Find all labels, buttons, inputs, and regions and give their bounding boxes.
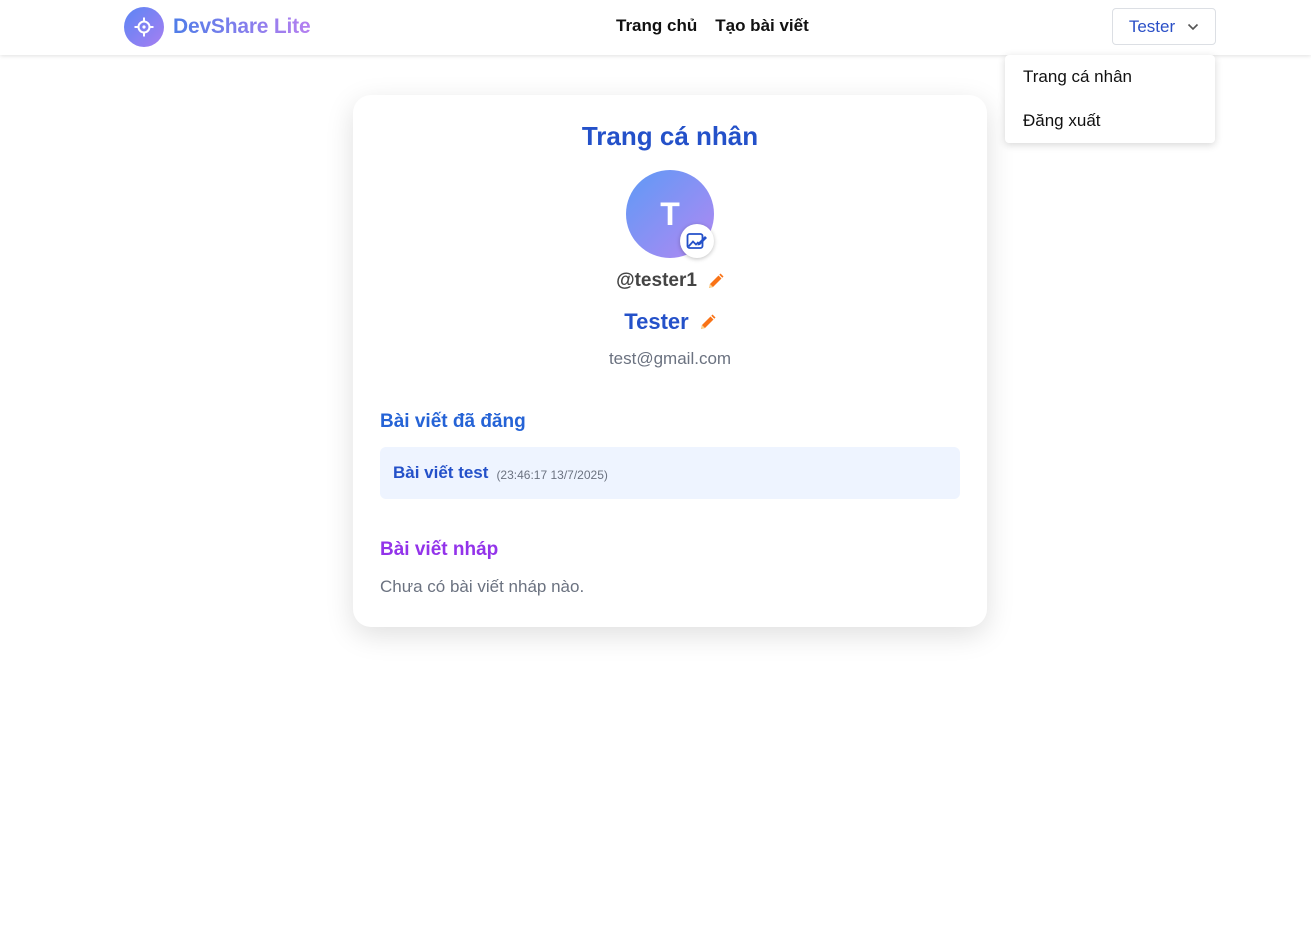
user-dropdown-menu: Trang cá nhân Đăng xuất bbox=[1005, 55, 1215, 143]
change-avatar-button[interactable] bbox=[680, 224, 714, 258]
published-post-item[interactable]: Bài viết test (23:46:17 13/7/2025) bbox=[380, 447, 960, 499]
brand-logo[interactable]: DevShare Lite bbox=[124, 7, 311, 47]
menu-item-logout[interactable]: Đăng xuất bbox=[1005, 99, 1215, 143]
menu-item-profile[interactable]: Trang cá nhân bbox=[1005, 55, 1215, 99]
edit-display-name-pencil-icon[interactable] bbox=[699, 314, 716, 331]
nav-link-create-post[interactable]: Tạo bài viết bbox=[715, 16, 809, 36]
user-menu-button[interactable]: Tester bbox=[1112, 8, 1216, 45]
edit-username-pencil-icon[interactable] bbox=[707, 273, 724, 290]
display-name-row: Tester bbox=[353, 309, 987, 335]
post-timestamp: (23:46:17 13/7/2025) bbox=[496, 467, 608, 482]
username: @tester1 bbox=[616, 270, 697, 291]
page-title: Trang cá nhân bbox=[581, 121, 759, 151]
no-drafts-message: Chưa có bài viết nháp nào. bbox=[380, 577, 585, 596]
crosshair-icon bbox=[124, 7, 164, 47]
top-navbar: DevShare Lite Trang chủ Tạo bài viết Tes… bbox=[0, 0, 1311, 55]
draft-posts-heading: Bài viết nháp bbox=[380, 539, 499, 560]
profile-card: Trang cá nhân T @tester1 Tester test@gma… bbox=[353, 95, 987, 627]
display-name: Tester bbox=[624, 309, 689, 334]
chevron-down-icon bbox=[1188, 23, 1199, 30]
avatar-initial: T bbox=[660, 195, 680, 232]
username-row: @tester1 bbox=[353, 270, 987, 292]
avatar: T bbox=[626, 170, 714, 258]
main-nav: Trang chủ Tạo bài viết bbox=[616, 16, 809, 36]
image-edit-icon bbox=[686, 233, 707, 249]
published-posts-heading: Bài viết đã đăng bbox=[380, 411, 526, 432]
brand-name: DevShare Lite bbox=[173, 15, 311, 38]
user-menu-label: Tester bbox=[1128, 16, 1176, 36]
post-title: Bài viết test bbox=[393, 463, 489, 482]
user-email: test@gmail.com bbox=[608, 349, 732, 368]
nav-link-home[interactable]: Trang chủ bbox=[616, 16, 697, 36]
